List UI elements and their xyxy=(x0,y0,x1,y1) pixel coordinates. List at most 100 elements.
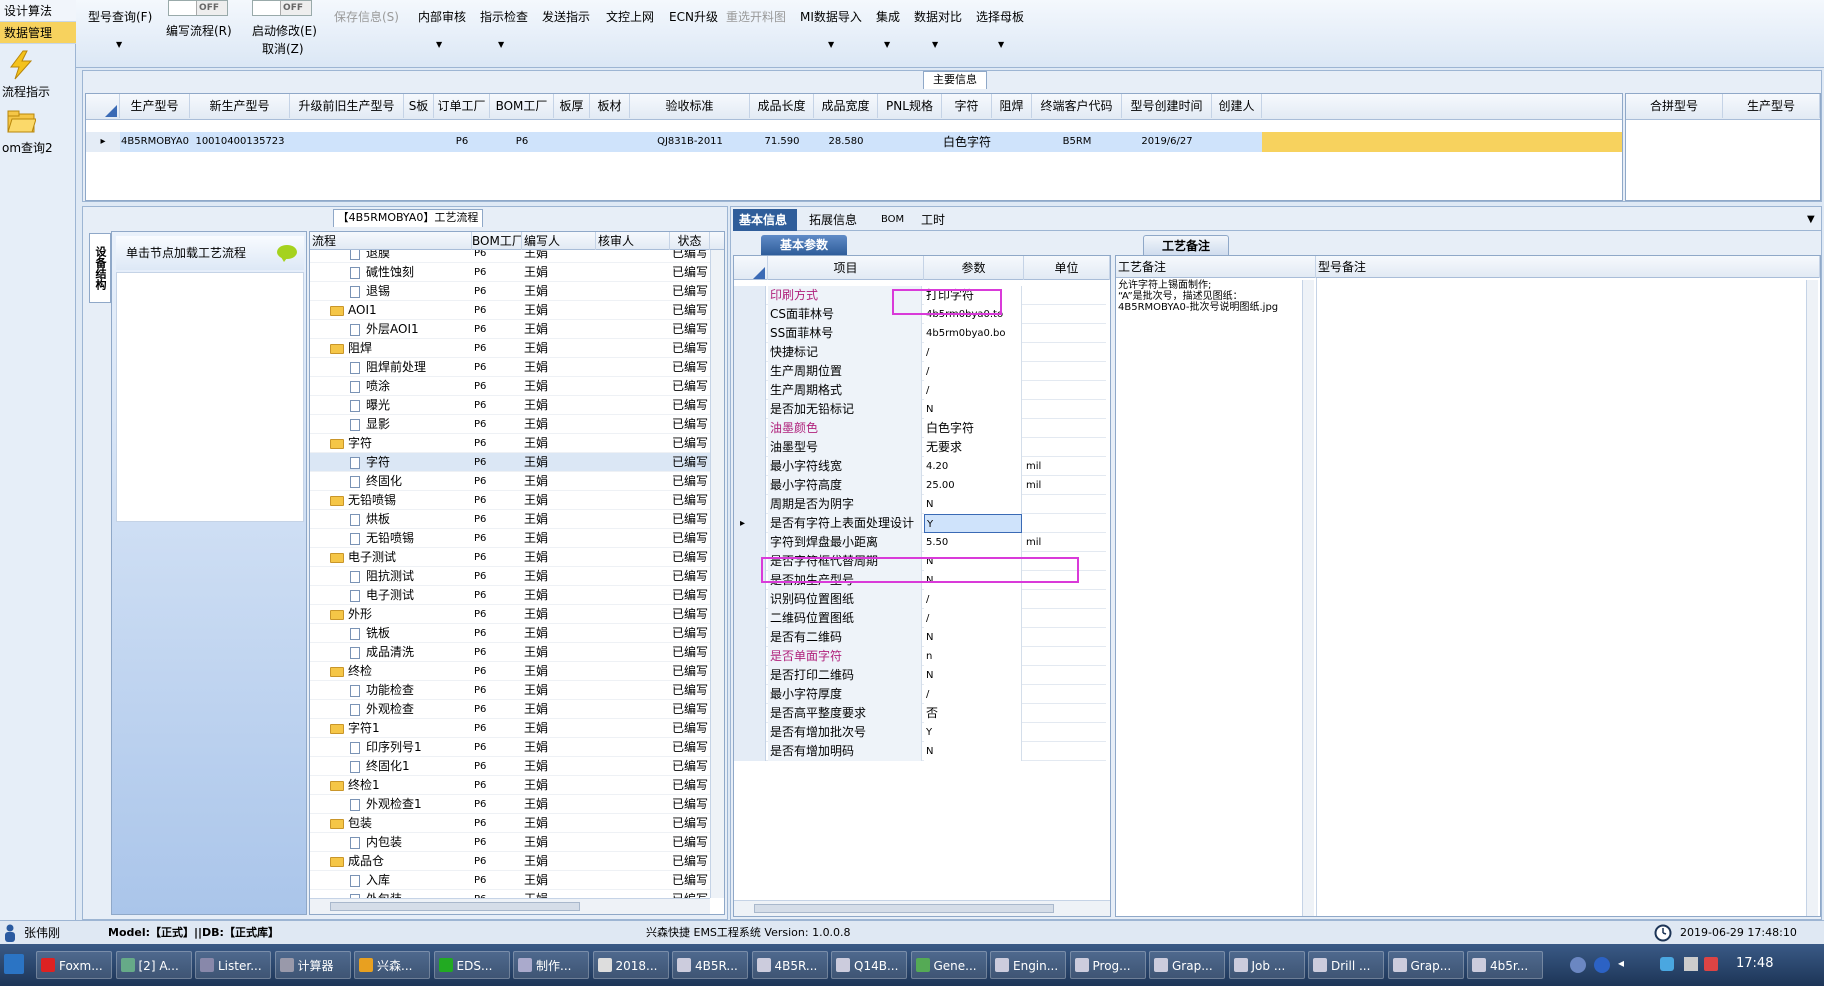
save-info-button[interactable]: 保存信息(S) xyxy=(334,8,399,25)
tree-row[interactable]: 无铅喷锡 P6 王娟 已编写 xyxy=(310,529,710,548)
cell[interactable]: B5RM xyxy=(1032,132,1122,152)
tree-cell-status[interactable]: 已编写 xyxy=(672,434,708,453)
tree-cell-status[interactable]: 已编写 xyxy=(672,586,708,605)
tree-cell-status[interactable]: 已编写 xyxy=(672,833,708,852)
tree-row[interactable]: 阻抗测试 P6 王娟 已编写 xyxy=(310,567,710,586)
taskbar-button[interactable]: Drill ... xyxy=(1308,951,1384,979)
tree-cell-writer[interactable]: 王娟 xyxy=(524,833,548,852)
row-header[interactable] xyxy=(734,666,766,685)
tree-cell-bom[interactable]: P6 xyxy=(474,700,486,719)
tree-cell-writer[interactable]: 王娟 xyxy=(524,396,548,415)
tree-cell-bom[interactable]: P6 xyxy=(474,795,486,814)
tree-cell-status[interactable]: 已编写 xyxy=(672,605,708,624)
col-header[interactable]: 型号创建时间 xyxy=(1122,94,1212,118)
tree-cell-status[interactable]: 已编写 xyxy=(672,301,708,320)
param-row[interactable]: 周期是否为阴字 N xyxy=(734,495,1106,514)
show-desktop-icon[interactable] xyxy=(4,954,24,974)
param-value[interactable]: N xyxy=(924,495,1022,514)
tree-node[interactable]: 内包装 xyxy=(350,833,402,852)
tree-row[interactable]: 成品仓 P6 王娟 已编写 xyxy=(310,852,710,871)
tree-cell-writer[interactable]: 王娟 xyxy=(524,339,548,358)
taskbar-button[interactable]: 兴森... xyxy=(354,951,430,979)
param-value[interactable]: N xyxy=(924,742,1022,761)
param-value[interactable]: 白色字符 xyxy=(924,419,1022,438)
param-value[interactable]: N xyxy=(924,400,1022,419)
tree-cell-bom[interactable]: P6 xyxy=(474,453,486,472)
tree-node[interactable]: 外观检查1 xyxy=(350,795,422,814)
tree-node[interactable]: 退锡 xyxy=(350,282,390,301)
tab-extended-info[interactable]: 拓展信息 xyxy=(809,209,857,231)
cell[interactable]: P6 xyxy=(434,132,490,152)
tree-cell-bom[interactable]: P6 xyxy=(474,358,486,377)
tree-row[interactable]: 曝光 P6 王娟 已编写 xyxy=(310,396,710,415)
tree-node[interactable]: 外层AOI1 xyxy=(350,320,419,339)
ecn-upgrade-button[interactable]: ECN升级 xyxy=(669,8,718,25)
col-header[interactable]: 参数 xyxy=(924,256,1024,280)
tree-cell-status[interactable]: 已编写 xyxy=(672,510,708,529)
param-row[interactable]: ▸ 是否有字符上表面处理设计 Y xyxy=(734,514,1106,533)
tree-node[interactable]: 无铅喷锡 xyxy=(350,529,414,548)
cell[interactable]: 28.580 xyxy=(814,132,878,152)
tray-icon[interactable] xyxy=(1570,957,1586,973)
tree-cell-bom[interactable]: P6 xyxy=(474,719,486,738)
tree-node[interactable]: 终检1 xyxy=(330,776,380,795)
tree-cell-writer[interactable]: 王娟 xyxy=(524,567,548,586)
taskbar-button[interactable]: Gene... xyxy=(910,951,987,979)
send-instruction-button[interactable]: 发送指示 xyxy=(542,8,590,25)
row-header[interactable] xyxy=(734,495,766,514)
tab-dropdown-icon[interactable]: ▼ xyxy=(1807,209,1815,231)
tree-cell-writer[interactable]: 王娟 xyxy=(524,814,548,833)
tree-row[interactable]: 铣板 P6 王娟 已编写 xyxy=(310,624,710,643)
cancel-button[interactable]: 取消(Z) xyxy=(262,40,304,57)
col-header[interactable]: 生产型号 xyxy=(1723,94,1820,118)
row-header[interactable] xyxy=(734,343,766,362)
cell[interactable]: 71.590 xyxy=(750,132,814,152)
tree-node[interactable]: 外形 xyxy=(330,605,372,624)
col-header[interactable]: 订单工厂 xyxy=(434,94,490,118)
tree-cell-writer[interactable]: 王娟 xyxy=(524,738,548,757)
nav-item-om-query[interactable]: om查询2 xyxy=(0,106,76,156)
tree-row[interactable]: 终检 P6 王娟 已编写 xyxy=(310,662,710,681)
tree-cell-writer[interactable]: 王娟 xyxy=(524,586,548,605)
tree-cell-bom[interactable]: P6 xyxy=(474,814,486,833)
tree-cell-writer[interactable]: 王娟 xyxy=(524,510,548,529)
equipment-structure-tab[interactable]: 设备结构 xyxy=(89,233,111,303)
row-header[interactable] xyxy=(734,400,766,419)
param-row[interactable]: 最小字符厚度 / xyxy=(734,685,1106,704)
tree-cell-writer[interactable]: 王娟 xyxy=(524,548,548,567)
instruction-check-button[interactable]: 指示检查 ▼ xyxy=(480,8,528,49)
tree-row[interactable]: 功能检查 P6 王娟 已编写 xyxy=(310,681,710,700)
tree-cell-bom[interactable]: P6 xyxy=(474,377,486,396)
col-header[interactable]: 生产型号 xyxy=(120,94,190,118)
param-value[interactable]: / xyxy=(924,609,1022,628)
taskbar-button[interactable]: Lister... xyxy=(195,951,271,979)
cell[interactable] xyxy=(590,132,630,152)
nav-item-data-management[interactable]: 数据管理 xyxy=(0,22,76,44)
param-value[interactable]: 无要求 xyxy=(924,438,1022,457)
tree-node[interactable]: 印序列号1 xyxy=(350,738,422,757)
nav-item-process-instruction[interactable]: 流程指示 xyxy=(0,50,76,100)
tree-cell-bom[interactable]: P6 xyxy=(474,282,486,301)
tree-cell-bom[interactable]: P6 xyxy=(474,415,486,434)
tree-cell-status[interactable]: 已编写 xyxy=(672,814,708,833)
tree-cell-writer[interactable]: 王娟 xyxy=(524,681,548,700)
tree-cell-status[interactable]: 已编写 xyxy=(672,757,708,776)
param-row[interactable]: 是否高平整度要求否 xyxy=(734,704,1106,723)
cell[interactable]: 2019/6/27 xyxy=(1122,132,1212,152)
taskbar-button[interactable]: Engin... xyxy=(990,951,1066,979)
tree-node[interactable]: 入库 xyxy=(350,871,390,890)
tree-cell-bom[interactable]: P6 xyxy=(474,586,486,605)
tree-cell-bom[interactable]: P6 xyxy=(474,396,486,415)
tree-row[interactable]: 终固化 P6 王娟 已编写 xyxy=(310,472,710,491)
table-row[interactable]: ▸ 4B5RMOBYA0 10010400135723 P6 P6 QJ831B… xyxy=(86,132,1622,152)
param-value[interactable]: / xyxy=(924,685,1022,704)
tree-node[interactable]: 功能检查 xyxy=(350,681,414,700)
tree-row[interactable]: 内包装 P6 王娟 已编写 xyxy=(310,833,710,852)
process-remark-text[interactable]: 允许字符上锡面制作; “A”是批次号，描述见图纸： 4B5RMOBYA0-批次号… xyxy=(1118,280,1308,900)
row-header[interactable] xyxy=(734,362,766,381)
param-row[interactable]: 是否有二维码 N xyxy=(734,628,1106,647)
row-header[interactable] xyxy=(734,457,766,476)
data-compare-button[interactable]: 数据对比 ▼ xyxy=(914,8,962,49)
tree-cell-bom[interactable]: P6 xyxy=(474,662,486,681)
tree-cell-bom[interactable]: P6 xyxy=(474,529,486,548)
